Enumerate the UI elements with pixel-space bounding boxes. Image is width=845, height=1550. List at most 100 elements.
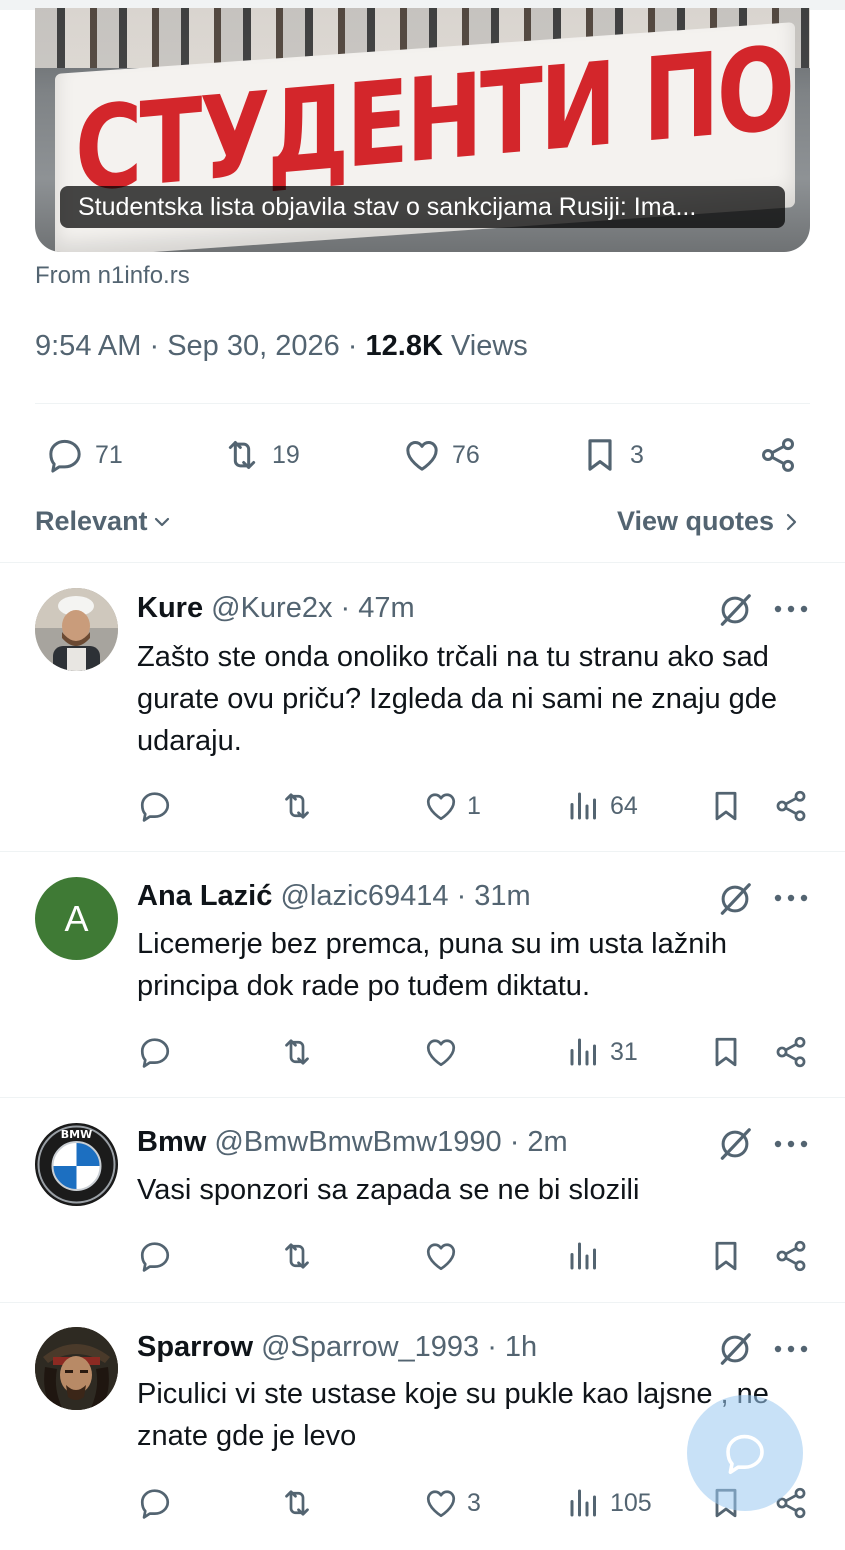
- bookmark-icon: [708, 788, 744, 824]
- divider: [0, 1097, 845, 1098]
- avatar-photo: [35, 1327, 118, 1410]
- bookmark-icon: [708, 1238, 744, 1274]
- more-icon[interactable]: [773, 604, 809, 614]
- reply-header: Ana Lazić @lazic69414 · 31m: [137, 880, 531, 913]
- share-button[interactable]: [773, 1034, 809, 1070]
- bookmark-button[interactable]: [708, 1034, 744, 1070]
- repost-stat[interactable]: 19: [222, 432, 300, 478]
- tweet-time[interactable]: 9:54 AM: [35, 330, 141, 362]
- views-button[interactable]: 64: [566, 788, 638, 824]
- meta-sep: ·: [149, 330, 168, 362]
- like-icon: [423, 1034, 459, 1070]
- reply-button[interactable]: [137, 1238, 173, 1274]
- share-button[interactable]: [773, 1238, 809, 1274]
- more-icon[interactable]: [773, 1139, 809, 1149]
- display-name[interactable]: Ana Lazić: [137, 880, 272, 912]
- display-name[interactable]: Sparrow: [137, 1331, 253, 1363]
- views-label: Views: [450, 330, 528, 362]
- repost-icon: [279, 1485, 315, 1521]
- avatar-letter: A: [64, 897, 89, 939]
- repost-icon: [222, 435, 262, 475]
- grok-icon[interactable]: [716, 1125, 754, 1163]
- grok-icon[interactable]: [716, 880, 754, 918]
- bookmark-button[interactable]: [708, 788, 744, 824]
- like-count: 1: [467, 791, 481, 820]
- reply-button[interactable]: [137, 1485, 173, 1521]
- sort-label: Relevant: [35, 506, 148, 536]
- bookmark-stat[interactable]: 3: [580, 432, 644, 478]
- reply-button[interactable]: [137, 788, 173, 824]
- like-icon: [423, 1238, 459, 1274]
- share-button[interactable]: [758, 432, 798, 478]
- chevron-right-icon: [786, 513, 797, 530]
- avatar[interactable]: [35, 588, 118, 671]
- avatar[interactable]: [35, 1327, 118, 1410]
- views-button[interactable]: 31: [566, 1034, 638, 1070]
- avatar-photo: [35, 588, 118, 671]
- link-source[interactable]: From n1info.rs: [35, 262, 190, 290]
- display-name[interactable]: Bmw: [137, 1126, 206, 1158]
- views-button[interactable]: [566, 1238, 610, 1274]
- like-icon: [423, 1485, 459, 1521]
- like-button[interactable]: 1: [423, 788, 481, 824]
- meta-sep: ·: [347, 330, 366, 362]
- views-icon: [566, 788, 602, 824]
- divider: [0, 851, 845, 852]
- grok-icon[interactable]: [716, 591, 754, 629]
- view-quotes-link[interactable]: View quotes: [617, 506, 800, 537]
- divider: [0, 562, 845, 563]
- repost-button[interactable]: [279, 1485, 315, 1521]
- reply-icon: [45, 435, 85, 475]
- repost-button[interactable]: [279, 1034, 315, 1070]
- share-icon: [773, 1034, 809, 1070]
- views-count: 31: [610, 1037, 638, 1066]
- like-stat[interactable]: 76: [402, 432, 480, 478]
- handle-time[interactable]: @BmwBmwBmw1990 · 2m: [214, 1126, 567, 1158]
- views-icon: [566, 1238, 602, 1274]
- repost-button[interactable]: [279, 788, 315, 824]
- views-count: 105: [610, 1488, 652, 1517]
- sort-dropdown[interactable]: Relevant: [35, 506, 172, 537]
- avatar[interactable]: A: [35, 877, 118, 960]
- bookmark-icon: [708, 1034, 744, 1070]
- like-button[interactable]: 3: [423, 1485, 481, 1521]
- share-icon: [758, 435, 798, 475]
- reply-stat[interactable]: 71: [45, 432, 123, 478]
- link-card-image[interactable]: СТУДЕНТИ ПОБЕЂУЈУ! Studentska lista obja…: [35, 8, 810, 252]
- avatar[interactable]: BMW: [35, 1123, 118, 1206]
- reply-icon: [137, 1034, 173, 1070]
- share-icon: [773, 1238, 809, 1274]
- views-icon: [566, 1485, 602, 1521]
- share-button[interactable]: [773, 788, 809, 824]
- repost-count: 19: [272, 440, 300, 469]
- reply-button[interactable]: [137, 1034, 173, 1070]
- views-count: 12.8K: [365, 330, 443, 362]
- view-quotes-label: View quotes: [617, 506, 775, 536]
- views-count: 64: [610, 791, 638, 820]
- share-icon: [773, 788, 809, 824]
- handle-time[interactable]: @Kure2x · 47m: [211, 592, 415, 624]
- reply-icon: [137, 1485, 173, 1521]
- repost-icon: [279, 1238, 315, 1274]
- link-card-caption[interactable]: Studentska lista objavila stav o sankcij…: [60, 186, 785, 228]
- bookmark-count: 3: [630, 440, 644, 469]
- divider: [35, 403, 810, 404]
- like-button[interactable]: [423, 1034, 467, 1070]
- more-icon[interactable]: [773, 1344, 809, 1354]
- handle-time[interactable]: @Sparrow_1993 · 1h: [261, 1331, 537, 1363]
- bookmark-button[interactable]: [708, 1238, 744, 1274]
- handle-time[interactable]: @lazic69414 · 31m: [280, 880, 530, 912]
- bookmark-icon: [580, 435, 620, 475]
- repost-button[interactable]: [279, 1238, 315, 1274]
- views-button[interactable]: 105: [566, 1485, 652, 1521]
- display-name[interactable]: Kure: [137, 592, 203, 624]
- like-icon: [423, 788, 459, 824]
- bmw-logo: BMW: [35, 1123, 118, 1206]
- like-icon: [402, 435, 442, 475]
- more-icon[interactable]: [773, 893, 809, 903]
- grok-icon[interactable]: [716, 1330, 754, 1368]
- compose-reply-button[interactable]: [687, 1395, 803, 1511]
- like-button[interactable]: [423, 1238, 467, 1274]
- tweet-date[interactable]: Sep 30, 2026: [167, 330, 340, 362]
- like-count: 76: [452, 440, 480, 469]
